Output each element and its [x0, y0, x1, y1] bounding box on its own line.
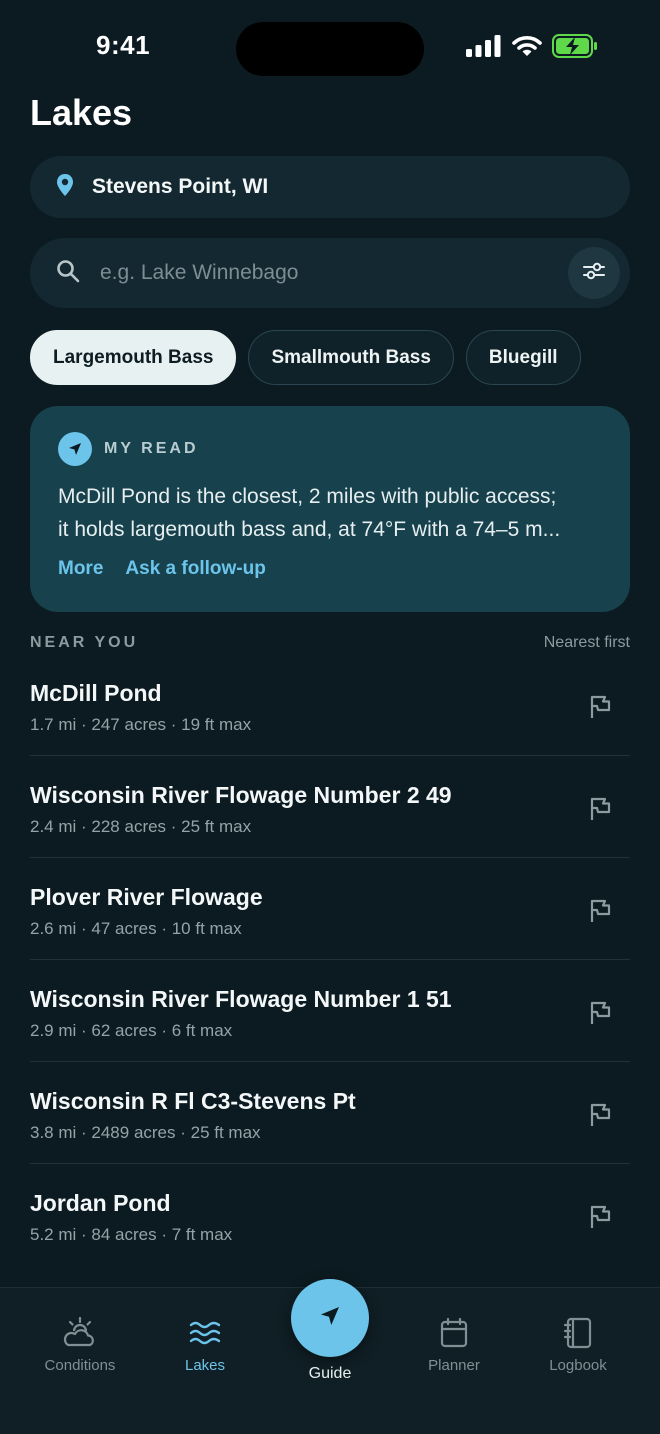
- lake-row[interactable]: Wisconsin R Fl C3-Stevens Pt 3.8 mi · 24…: [30, 1062, 630, 1164]
- dynamic-island: [236, 22, 424, 76]
- flag-icon[interactable]: [586, 1202, 616, 1232]
- lake-name: Jordan Pond: [30, 1190, 171, 1216]
- sort-selector[interactable]: Nearest first: [544, 634, 630, 652]
- lake-meta: 2.6 mi · 47 acres · 10 ft max: [30, 919, 242, 938]
- tab-bar: Conditions Lakes Guide Planner Logbook: [0, 1279, 660, 1434]
- waves-icon: [188, 1316, 222, 1350]
- search-bar: [30, 238, 630, 308]
- location-label: Stevens Point, WI: [92, 175, 269, 198]
- search-input[interactable]: [100, 261, 540, 285]
- status-icons: [466, 33, 598, 63]
- calendar-icon: [437, 1316, 471, 1350]
- search-icon: [56, 259, 80, 288]
- guide-button[interactable]: [291, 1279, 369, 1357]
- sliders-icon: [583, 261, 605, 286]
- location-selector[interactable]: Stevens Point, WI: [30, 156, 630, 218]
- location-pin-icon: [56, 173, 74, 201]
- lake-row[interactable]: Jordan Pond 5.2 mi · 84 acres · 7 ft max: [30, 1164, 630, 1266]
- lake-name: McDill Pond: [30, 680, 162, 706]
- page-title: Lakes: [30, 92, 133, 133]
- lake-name: Wisconsin River Flowage Number 1 51: [30, 986, 452, 1012]
- weather-icon: [63, 1316, 97, 1350]
- lake-meta: 3.8 mi · 2489 acres · 25 ft max: [30, 1123, 261, 1142]
- lake-row[interactable]: Wisconsin River Flowage Number 1 51 2.9 …: [30, 960, 630, 1062]
- near-you-title: NEAR YOU: [30, 634, 139, 651]
- lake-list: McDill Pond 1.7 mi · 247 acres · 19 ft m…: [30, 654, 630, 1266]
- lake-meta: 2.9 mi · 62 acres · 6 ft max: [30, 1021, 233, 1040]
- my-read-text: McDill Pond is the closest, 2 miles with…: [58, 485, 561, 541]
- status-time: 9:41: [96, 30, 151, 60]
- guide-label: Guide: [308, 1365, 352, 1382]
- filter-button[interactable]: [568, 247, 620, 299]
- flag-icon[interactable]: [586, 998, 616, 1028]
- my-read-label: MY READ: [104, 440, 199, 457]
- more-link[interactable]: More: [58, 558, 103, 580]
- flag-icon[interactable]: [586, 1100, 616, 1130]
- chip-bluegill[interactable]: Bluegill: [465, 330, 581, 385]
- lake-row[interactable]: McDill Pond 1.7 mi · 247 acres · 19 ft m…: [30, 654, 630, 756]
- species-chips: Largemouth Bass Smallmouth Bass Bluegill: [30, 330, 581, 386]
- near-you-header: NEAR YOU Nearest first: [30, 634, 630, 652]
- flag-icon[interactable]: [586, 896, 616, 926]
- flag-icon[interactable]: [586, 794, 616, 824]
- lake-name: Wisconsin R Fl C3-Stevens Pt: [30, 1088, 356, 1114]
- lake-row[interactable]: Wisconsin River Flowage Number 2 49 2.4 …: [30, 756, 630, 858]
- notebook-icon: [561, 1316, 595, 1350]
- cellular-signal-icon: [466, 34, 502, 62]
- status-bar: 9:41: [0, 0, 660, 96]
- chip-largemouth-bass[interactable]: Largemouth Bass: [30, 330, 237, 385]
- flag-icon[interactable]: [586, 692, 616, 722]
- navigation-arrow-icon: [318, 1304, 342, 1333]
- lake-name: Wisconsin River Flowage Number 2 49: [30, 782, 452, 808]
- chip-smallmouth-bass[interactable]: Smallmouth Bass: [248, 330, 454, 385]
- lake-name: Plover River Flowage: [30, 884, 263, 910]
- lake-meta: 2.4 mi · 228 acres · 25 ft max: [30, 817, 252, 836]
- lake-meta: 5.2 mi · 84 acres · 7 ft max: [30, 1225, 233, 1244]
- ask-follow-up-link[interactable]: Ask a follow-up: [125, 558, 265, 580]
- navigation-arrow-icon: [58, 432, 92, 466]
- lake-row[interactable]: Plover River Flowage 2.6 mi · 47 acres ·…: [30, 858, 630, 960]
- wifi-icon: [512, 35, 542, 62]
- lake-meta: 1.7 mi · 247 acres · 19 ft max: [30, 715, 252, 734]
- battery-charging-icon: [552, 33, 598, 63]
- my-read-card: MY READ McDill Pond is the closest, 2 mi…: [30, 406, 630, 612]
